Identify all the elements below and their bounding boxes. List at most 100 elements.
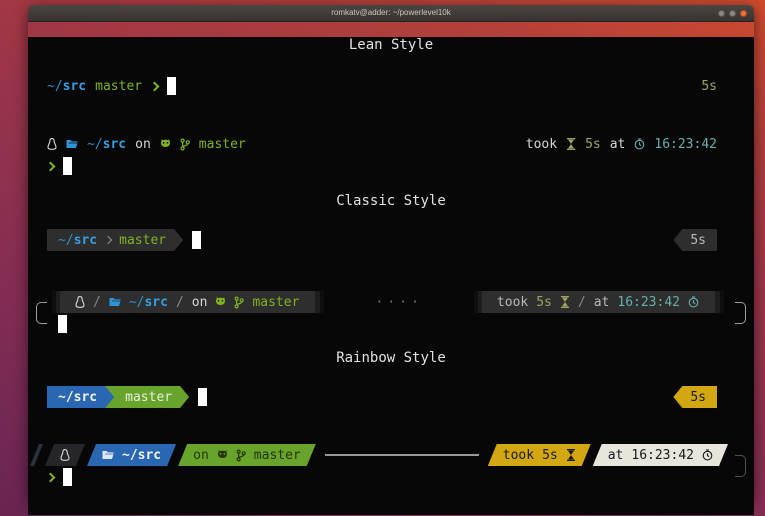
took-label: took: [526, 137, 557, 152]
git-branch-icon: [234, 296, 244, 309]
window-title: romkatv@adder: ~/powerlevel10k: [28, 5, 754, 21]
close-button-icon[interactable]: [740, 10, 747, 17]
rainbow-style-heading: Rainbow Style: [28, 350, 754, 367]
folder-icon: [102, 450, 114, 460]
rainbow-prompt-1: ~/src master 5s: [28, 386, 754, 408]
classic-prompt-2-line1: / ~/src / on master ···· took 5s /: [28, 291, 754, 313]
duration-label: 5s: [690, 233, 706, 248]
github-icon: [215, 297, 226, 307]
directory-path: ~/src: [87, 137, 126, 152]
tux-os-icon: [75, 296, 85, 308]
time-label: 16:23:42: [654, 137, 717, 152]
cursor-block[interactable]: [192, 231, 201, 249]
git-branch-label: master: [125, 390, 172, 405]
prompt-frame-right: [735, 455, 746, 477]
slash-separator: /: [176, 295, 184, 310]
git-branch-label: master: [95, 79, 142, 94]
prompt-chevron-icon: [46, 472, 56, 482]
git-branch-segment: master: [105, 386, 189, 408]
at-label: at: [608, 448, 624, 463]
window-titlebar[interactable]: romkatv@adder: ~/powerlevel10k: [28, 5, 754, 22]
cursor-block[interactable]: [63, 468, 72, 486]
on-label: on: [192, 295, 208, 310]
git-branch-segment: on master: [178, 444, 316, 466]
directory-path: ~/src: [58, 233, 97, 248]
folder-icon: [66, 139, 78, 149]
classic-style-heading: Classic Style: [28, 193, 754, 210]
segment-separator-icon: [104, 236, 112, 244]
classic-prompt-2-line2: [28, 313, 754, 335]
cursor-block[interactable]: [167, 77, 176, 95]
powerline-segment: / ~/src / on master: [64, 291, 310, 313]
segment-fade: [710, 291, 724, 313]
lean-prompt-2-line2: [28, 155, 754, 177]
directory-path: ~/src: [129, 295, 168, 310]
slash-separator: /: [578, 295, 586, 310]
prompt-frame-right: [735, 302, 746, 324]
time-label: 16:23:42: [617, 295, 680, 310]
prompt-chevron-icon: [46, 161, 56, 171]
cursor-block[interactable]: [63, 157, 72, 175]
clock-icon: [634, 138, 645, 150]
powerline-segment: took 5s / at 16:23:42: [486, 291, 710, 313]
lean-style-heading: Lean Style: [28, 37, 754, 54]
duration-label: 5s: [585, 137, 601, 152]
tux-os-icon: [60, 449, 70, 461]
slash-separator: /: [93, 295, 101, 310]
at-label: at: [610, 137, 626, 152]
terminal-window: romkatv@adder: ~/powerlevel10k Lean Styl…: [28, 5, 754, 500]
directory-path: ~/src: [58, 390, 97, 405]
took-label: took: [497, 295, 528, 310]
on-label: on: [193, 448, 209, 463]
minimize-button-icon[interactable]: [718, 10, 725, 17]
duration-label: 5s: [542, 448, 558, 463]
rainbow-prompt-2: ~/src on master took 5s at 16:23:42: [28, 444, 754, 488]
cursor-block[interactable]: [198, 388, 207, 406]
terminal-body[interactable]: Lean Style ~/src master 5s ~/src on mast…: [28, 37, 754, 515]
directory-segment: ~/src: [87, 444, 176, 466]
prompt-frame-left: [36, 302, 47, 324]
duration-label: 5s: [536, 295, 552, 310]
segment-fade: [310, 291, 324, 313]
lean-prompt-1: ~/src master 5s: [28, 75, 754, 97]
segment-fade: [52, 291, 64, 313]
cursor-block[interactable]: [58, 315, 67, 333]
powerline-segment: ~/src master: [47, 229, 183, 251]
directory-segment: ~/src: [47, 386, 114, 408]
hourglass-icon: [560, 296, 570, 308]
duration-segment: 5s: [673, 386, 717, 408]
directory-path: ~/src: [122, 448, 161, 463]
window-controls: [718, 10, 747, 17]
lean-prompt-2-line1: ~/src on master took 5s at 16:23:42: [28, 133, 754, 155]
directory-path: ~/src: [47, 79, 86, 94]
hourglass-icon: [566, 449, 576, 461]
prompt-chevron-icon: [150, 81, 160, 91]
os-segment: [45, 444, 85, 466]
github-icon: [160, 139, 171, 149]
duration-segment: took 5s: [488, 444, 591, 466]
clock-icon: [688, 296, 699, 308]
git-branch-label: master: [254, 448, 301, 463]
git-branch-icon: [180, 138, 190, 151]
on-label: on: [135, 137, 151, 152]
rainbow-prompt-2-line1: ~/src on master took 5s at 16:23:42: [28, 444, 754, 466]
maximize-button-icon[interactable]: [729, 10, 736, 17]
git-branch-label: master: [252, 295, 299, 310]
time-segment: at 16:23:42: [593, 444, 728, 466]
git-branch-label: master: [199, 137, 246, 152]
clock-icon: [702, 449, 713, 461]
git-branch-label: master: [119, 233, 166, 248]
github-icon: [217, 450, 228, 460]
segment-start-sliver: [30, 444, 43, 466]
git-branch-icon: [236, 449, 246, 462]
duration-label: 5s: [690, 390, 706, 405]
classic-prompt-2: / ~/src / on master ···· took 5s /: [28, 291, 754, 335]
tux-os-icon: [47, 138, 57, 150]
duration-label: 5s: [701, 79, 717, 94]
hourglass-icon: [566, 138, 576, 150]
segment-fade: [474, 291, 486, 313]
classic-prompt-1: ~/src master 5s: [28, 229, 754, 251]
time-label: 16:23:42: [631, 448, 694, 463]
took-label: took: [503, 448, 534, 463]
rainbow-prompt-2-line2: [28, 466, 754, 488]
